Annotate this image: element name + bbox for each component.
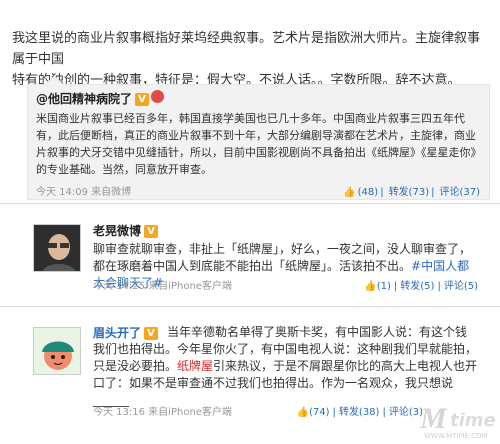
quoted-author[interactable]: @他回精神病院了 V — [36, 90, 165, 107]
comment-button[interactable]: 评论(5) — [444, 281, 478, 292]
watermark-logo-letter: M — [420, 402, 447, 435]
like-icon[interactable]: 👍 — [343, 187, 355, 198]
intro-line-1: 我这里说的商业片叙事概指好莱坞经典叙事。艺术片是指欧洲大师片。主旋律叙事属于中国 — [12, 31, 481, 67]
mtime-watermark-logo: M time WWW.MTIME.COM — [420, 402, 496, 440]
divider: | — [380, 187, 384, 198]
watermark-brand: time — [450, 410, 496, 431]
watermark-url: WWW.MTIME.COM — [424, 432, 488, 440]
post-footer: 今天 14:25 来自iPhone客户端 👍(1) | 转发(5) | 评论(5) — [93, 277, 478, 293]
quoted-body: 米国商业片叙事已经百多年，韩国直接学美国也已几十多年。中国商业片叙事三四五年代有… — [36, 112, 482, 176]
quoted-comment-button[interactable]: 评论(37) — [439, 187, 480, 198]
verified-badge-icon: V — [135, 93, 150, 106]
post-likes[interactable]: (74) — [309, 407, 330, 418]
section-divider — [0, 203, 500, 204]
comment-button[interactable]: 评论(3) — [389, 407, 423, 418]
divider: | — [437, 281, 441, 292]
post-stats: 👍(1) | 转发(5) | 评论(5) — [364, 277, 478, 292]
divider: | — [431, 187, 435, 198]
post-timestamp[interactable]: 今天 13:16 来自iPhone客户端 — [93, 407, 232, 418]
like-icon[interactable]: 👍 — [364, 281, 376, 292]
quoted-weibo: @他回精神病院了 V 米国商业片叙事已经百多年，韩国直接学美国也已几十多年。中国商… — [27, 84, 490, 200]
quoted-author-name[interactable]: @他回精神病院了 — [36, 92, 132, 106]
divider: | — [382, 407, 386, 418]
post-author[interactable]: 老晃微博 V — [93, 222, 159, 239]
post-timestamp[interactable]: 今天 14:25 来自iPhone客户端 — [93, 281, 232, 292]
quoted-stats: 👍 (48) | 转发(73) | 评论(37) — [341, 183, 480, 198]
quoted-repost-button[interactable]: 转发(73) — [389, 187, 430, 198]
quoted-likes[interactable]: (48) — [358, 187, 379, 198]
avatar[interactable] — [33, 327, 81, 375]
avatar[interactable] — [33, 224, 81, 272]
repost-button[interactable]: 转发(5) — [400, 281, 434, 292]
section-divider — [0, 306, 500, 307]
post-likes[interactable]: (1) — [377, 281, 391, 292]
emoji-icon — [151, 90, 165, 103]
divider: | — [393, 281, 398, 292]
quoted-footer: 今天 14:09 来自微博 👍 (48) | 转发(73) | 评论(37) — [36, 181, 484, 199]
verified-badge-icon: V — [144, 225, 159, 238]
person-avatar-icon — [34, 225, 80, 271]
like-icon[interactable]: 👍 — [297, 407, 309, 418]
highlight-link[interactable]: 纸牌屋 — [177, 359, 213, 373]
intro-text: 我这里说的商业片叙事概指好莱坞经典叙事。艺术片是指欧洲大师片。主旋律叙事属于中国… — [12, 28, 490, 91]
quoted-timestamp[interactable]: 今天 14:09 来自微博 — [36, 183, 131, 198]
weibo-post: 老晃微博 V 聊审查就聊审查，非扯上「纸牌屋」，好么，一夜之间，没人聊审查了，都在… — [0, 208, 500, 306]
cartoon-avatar-icon — [34, 328, 80, 374]
post-body: 当年辛德勒名单得了奥斯卡奖，有中国影人说：有这个钱我们也拍得出。今年星你火了，有… — [93, 324, 478, 409]
post-footer: 今天 13:16 来自iPhone客户端 👍(74) | 转发(38) | 评论(3) — [93, 403, 423, 419]
post-stats: 👍(74) | 转发(38) | 评论(3) — [297, 403, 423, 418]
repost-button[interactable]: 转发(38) — [339, 407, 380, 418]
post-author-name[interactable]: 老晃微博 — [93, 224, 141, 238]
divider: | — [332, 407, 336, 418]
